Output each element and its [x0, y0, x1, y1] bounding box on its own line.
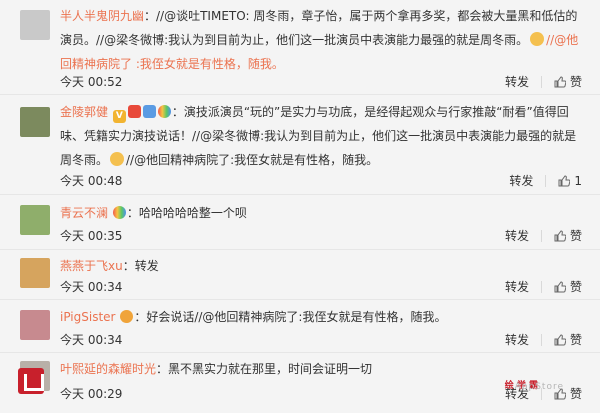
member-badge-icon	[120, 310, 134, 323]
avatar[interactable]	[20, 258, 50, 288]
like-count: 赞	[569, 280, 582, 294]
comment-time: 今天 00:52	[60, 75, 123, 89]
like-count: 赞	[569, 387, 582, 401]
comment-text: 燕燕于飞xu：转发	[60, 254, 582, 278]
comment-time: 今天 00:34	[60, 280, 123, 294]
comment-username[interactable]: iPigSister	[60, 310, 115, 324]
comment-text: 金陵郭健 V ：演技派演员“玩的”是实力与功底，是经得起观众与行家推敲“耐看”值得…	[60, 100, 582, 172]
thumbs-up-icon	[554, 333, 566, 345]
avatar[interactable]	[20, 10, 50, 40]
avatar[interactable]	[20, 107, 50, 137]
comment-text: 半人半鬼阴九幽：//@谈吐TIMETO: 周冬雨，章子怡，属于两个拿再多奖，都会…	[60, 4, 582, 76]
repost-button[interactable]: 转发	[505, 73, 529, 90]
comment-body: ：哈哈哈哈哈整一个呗	[126, 206, 247, 220]
like-count: 赞	[569, 333, 582, 347]
like-count: 1	[574, 173, 582, 188]
comment-body-continued: //@他回精神病院了:我侄女就是有性格，随我。	[126, 153, 379, 167]
thumbs-up-icon	[554, 229, 566, 241]
like-button[interactable]: 赞	[554, 227, 582, 244]
divider	[540, 333, 542, 346]
like-count: 赞	[569, 75, 582, 89]
comment-meta: 今天 00:34 转发 赞	[60, 331, 582, 349]
comment-time: 今天 00:29	[60, 387, 123, 401]
thumbs-up-icon	[554, 75, 566, 87]
repost-button[interactable]: 转发	[509, 172, 533, 189]
verified-badge-icon: V	[112, 110, 126, 123]
comment-text: 青云不澜 ：哈哈哈哈哈整一个呗	[60, 201, 582, 225]
avatar[interactable]	[20, 310, 50, 340]
divider	[540, 229, 542, 242]
comment-body: ：好会说话//@他回精神病院了:我侄女就是有性格，随我。	[134, 310, 447, 324]
comment-username[interactable]: 燕燕于飞xu	[60, 259, 123, 273]
comment-time: 今天 00:35	[60, 229, 123, 243]
comment-username[interactable]: 金陵郭健	[60, 105, 108, 119]
comment-body: ：转发	[122, 259, 159, 273]
repost-button[interactable]: 转发	[505, 331, 529, 348]
rainbow-badge-icon	[157, 105, 171, 118]
like-count: 赞	[569, 229, 582, 243]
comment-meta: 今天 00:35 转发 赞	[60, 227, 582, 245]
comment-feed: 半人半鬼阴九幽：//@谈吐TIMETO: 周冬雨，章子怡，属于两个拿再多奖，都会…	[0, 0, 600, 413]
like-button[interactable]: 赞	[554, 331, 582, 348]
comment-meta: 今天 00:34 转发 赞	[60, 278, 582, 296]
comment-username[interactable]: 半人半鬼阴九幽	[60, 9, 144, 23]
avatar[interactable]	[20, 205, 50, 235]
comment-time: 今天 00:48	[60, 174, 123, 188]
comment-item: iPigSister ：好会说话//@他回精神病院了:我侄女就是有性格，随我。 …	[0, 300, 600, 353]
comment-item: 金陵郭健 V ：演技派演员“玩的”是实力与功底，是经得起观众与行家推敲“耐看”值得…	[0, 95, 600, 195]
comment-meta: 今天 00:52 转发 赞	[60, 73, 582, 91]
comment-item: 燕燕于飞xu：转发 今天 00:34 转发 赞	[0, 250, 600, 300]
member-badge-icon	[127, 105, 141, 118]
comment-text: 叶熙延的森耀时光：黑不黑实力就在那里，时间会证明一切	[60, 357, 582, 381]
level-badge-icon	[142, 105, 156, 118]
divider	[540, 75, 542, 88]
repost-button[interactable]: 转发	[505, 278, 529, 295]
comment-meta: 今天 00:48 转发 1	[60, 172, 582, 190]
like-button[interactable]: 赞	[554, 278, 582, 295]
comment-meta: 今天 00:29 转发 赞	[60, 385, 582, 403]
rainbow-badge-icon	[112, 206, 126, 219]
watermark-text: AppStore	[514, 382, 564, 392]
comment-username[interactable]: 青云不澜	[60, 206, 108, 220]
comment-time: 今天 00:34	[60, 333, 123, 347]
divider	[540, 280, 542, 293]
watermark-logo-icon	[18, 368, 44, 394]
comment-item: 半人半鬼阴九幽：//@谈吐TIMETO: 周冬雨，章子怡，属于两个拿再多奖，都会…	[0, 0, 600, 95]
thumbs-up-icon	[554, 280, 566, 292]
like-button[interactable]: 1	[558, 174, 582, 188]
divider	[545, 174, 547, 187]
comment-username[interactable]: 叶熙延的森耀时光	[60, 362, 156, 376]
thumbs-up-emoji-icon	[110, 152, 125, 166]
repost-button[interactable]: 转发	[505, 227, 529, 244]
thumbs-up-emoji-icon	[530, 32, 545, 46]
comment-text: iPigSister ：好会说话//@他回精神病院了:我侄女就是有性格，随我。	[60, 305, 582, 329]
like-button[interactable]: 赞	[554, 73, 582, 90]
comment-item: 青云不澜 ：哈哈哈哈哈整一个呗 今天 00:35 转发 赞	[0, 195, 600, 250]
thumbs-up-icon	[558, 174, 571, 186]
comment-body: ：黑不黑实力就在那里，时间会证明一切	[156, 362, 373, 376]
